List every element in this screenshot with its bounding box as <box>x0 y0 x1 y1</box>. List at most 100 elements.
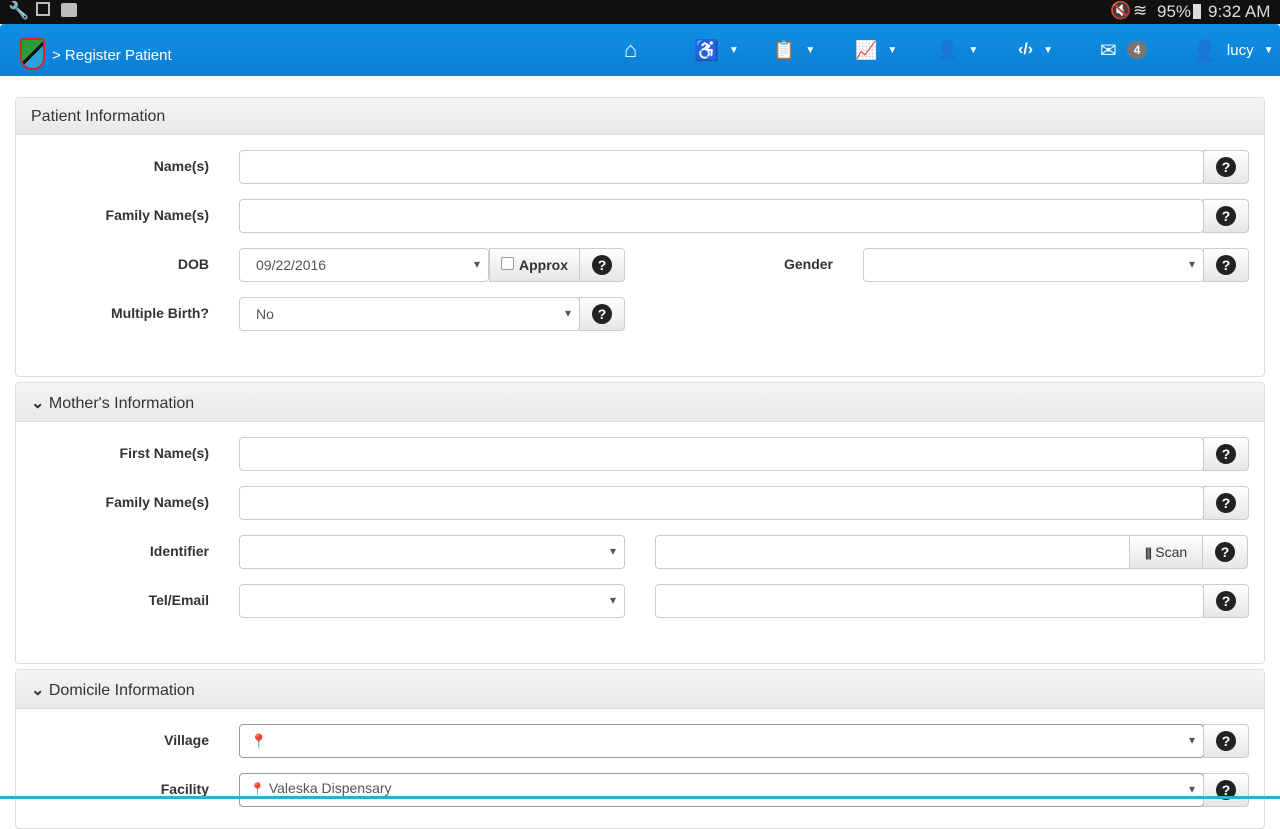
help-icon: ? <box>1216 255 1236 275</box>
help-icon: ? <box>1216 157 1236 177</box>
scan-button[interactable]: |||| Scan <box>1129 535 1203 569</box>
baby-icon: ♿ <box>694 39 719 62</box>
tel-input[interactable] <box>655 584 1204 618</box>
patient-panel: Patient Information <box>15 97 1265 377</box>
user-menu[interactable]: 👤 lucy ▼ <box>1192 24 1274 76</box>
multiple-birth-label: Multiple Birth? <box>111 305 209 321</box>
approx-label: Approx <box>519 257 568 273</box>
help-button[interactable]: ? <box>1203 773 1249 807</box>
map-marker-icon: 📍 <box>250 782 265 796</box>
chevron-down-icon: ▼ <box>1263 44 1274 56</box>
mother-first-name-input[interactable] <box>239 437 1204 471</box>
help-button[interactable]: ? <box>579 297 625 331</box>
chevron-down-icon: ▼ <box>805 44 816 56</box>
mother-family-name-label: Family Name(s) <box>105 494 209 510</box>
help-button[interactable]: ? <box>1203 199 1249 233</box>
home-button[interactable]: ⌂ <box>624 24 637 76</box>
panel-header[interactable]: ⌄ Mother's Information <box>16 383 1264 422</box>
battery-percent: 95% <box>1157 2 1192 21</box>
tel-email-label: Tel/Email <box>148 592 209 608</box>
panel-header: Patient Information <box>16 98 1264 135</box>
multiple-birth-select[interactable]: No <box>239 297 580 331</box>
help-button[interactable]: ? <box>1203 486 1249 520</box>
envelope-icon: ✉ <box>1100 39 1117 62</box>
battery-icon <box>1193 4 1201 19</box>
users-menu[interactable]: 👤 ▼ <box>936 24 978 76</box>
reports-menu[interactable]: 📈 ▼ <box>855 24 897 76</box>
navbar: > Register Patient ⌂ ♿ ▼ 📋 ▼ 📈 ▼ 👤 ▼ ‹/› ▼ ✉ 4… <box>0 24 1280 76</box>
help-icon: ? <box>592 255 612 275</box>
gender-select[interactable] <box>863 248 1204 282</box>
help-button[interactable]: ? <box>1203 248 1249 282</box>
facility-select[interactable]: 📍 Valeska Dispensary <box>239 773 1204 807</box>
chart-icon: 📈 <box>855 39 878 60</box>
chevron-down-icon: ▼ <box>1043 44 1054 56</box>
image-icon <box>36 2 50 16</box>
wrench-icon: 🔧 <box>8 1 30 20</box>
tel-type-select[interactable] <box>239 584 625 618</box>
help-icon: ? <box>592 304 612 324</box>
home-icon: ⌂ <box>624 37 638 62</box>
help-icon: ? <box>1216 591 1236 611</box>
dob-value: 09/22/2016 <box>256 257 327 273</box>
chevron-down-icon: ▼ <box>728 44 739 56</box>
help-button[interactable]: ? <box>1203 724 1249 758</box>
map-marker-icon: 📍 <box>250 733 268 749</box>
help-button[interactable]: ? <box>1203 584 1249 618</box>
code-icon: ‹/› <box>1018 41 1034 58</box>
approx-checkbox[interactable]: Approx <box>489 248 580 282</box>
user-icon: 👤 <box>1192 39 1217 62</box>
breadcrumb[interactable]: > Register Patient <box>52 47 172 64</box>
mother-family-name-input[interactable] <box>239 486 1204 520</box>
help-button[interactable]: ? <box>579 248 625 282</box>
patient-menu[interactable]: ♿ ▼ <box>694 24 739 76</box>
family-name-input[interactable] <box>239 199 1204 233</box>
name-label: Name(s) <box>153 158 209 174</box>
timr-logo[interactable] <box>20 38 45 70</box>
chevron-down-icon: ⌄ <box>31 682 45 699</box>
help-icon: ? <box>1216 493 1236 513</box>
clipboard-edit-icon: 📋 <box>773 39 796 60</box>
help-icon: ? <box>1216 731 1236 751</box>
bottom-accent-line <box>0 796 1280 799</box>
name-input[interactable] <box>239 150 1204 184</box>
identifier-type-select[interactable] <box>239 535 625 569</box>
facility-label: Facility <box>160 781 209 797</box>
help-icon: ? <box>1216 444 1236 464</box>
scan-label: Scan <box>1155 544 1188 560</box>
chevron-down-icon: ⌄ <box>31 395 45 412</box>
chevron-down-icon: ▼ <box>887 44 898 56</box>
clipboard-check-icon <box>61 3 77 17</box>
multiple-birth-value: No <box>256 306 274 322</box>
gender-label: Gender <box>783 256 833 272</box>
help-icon: ? <box>1215 542 1235 562</box>
help-icon: ? <box>1216 206 1236 226</box>
developer-menu[interactable]: ‹/› ▼ <box>1018 24 1053 76</box>
chevron-down-icon: ▼ <box>968 44 979 56</box>
facility-value: Valeska Dispensary <box>268 780 392 796</box>
help-button[interactable]: ? <box>1203 150 1249 184</box>
wifi-icon: ≋ <box>1133 1 1148 20</box>
mute-icon: 🔇 <box>1110 1 1132 20</box>
help-button[interactable]: ? <box>1203 437 1249 471</box>
village-label: Village <box>164 732 209 748</box>
dob-input[interactable]: 09/22/2016 <box>239 248 489 282</box>
checkbox[interactable] <box>501 256 514 270</box>
panel-header[interactable]: ⌄ Domicile Information <box>16 670 1264 709</box>
dob-label: DOB <box>177 256 209 272</box>
identifier-input[interactable] <box>655 535 1131 569</box>
clipboard-menu[interactable]: 📋 ▼ <box>773 24 815 76</box>
village-select[interactable]: 📍 <box>239 724 1204 758</box>
mother-first-name-label: First Name(s) <box>119 445 209 461</box>
help-button[interactable]: ? <box>1202 535 1248 569</box>
username: lucy <box>1226 41 1254 59</box>
panel-title: Mother's Information <box>48 395 195 412</box>
status-bar: 🔧 🔇 ≋ 95% 9:32 AM <box>0 0 1280 24</box>
mother-panel: ⌄ Mother's Information <box>15 382 1265 664</box>
barcode-icon: |||| <box>1144 544 1152 560</box>
clock: 9:32 AM <box>1208 2 1271 21</box>
mail-badge: 4 <box>1126 41 1148 59</box>
identifier-label: Identifier <box>149 543 209 559</box>
mail-button[interactable]: ✉ 4 <box>1100 24 1148 76</box>
panel-title: Domicile Information <box>48 682 195 699</box>
